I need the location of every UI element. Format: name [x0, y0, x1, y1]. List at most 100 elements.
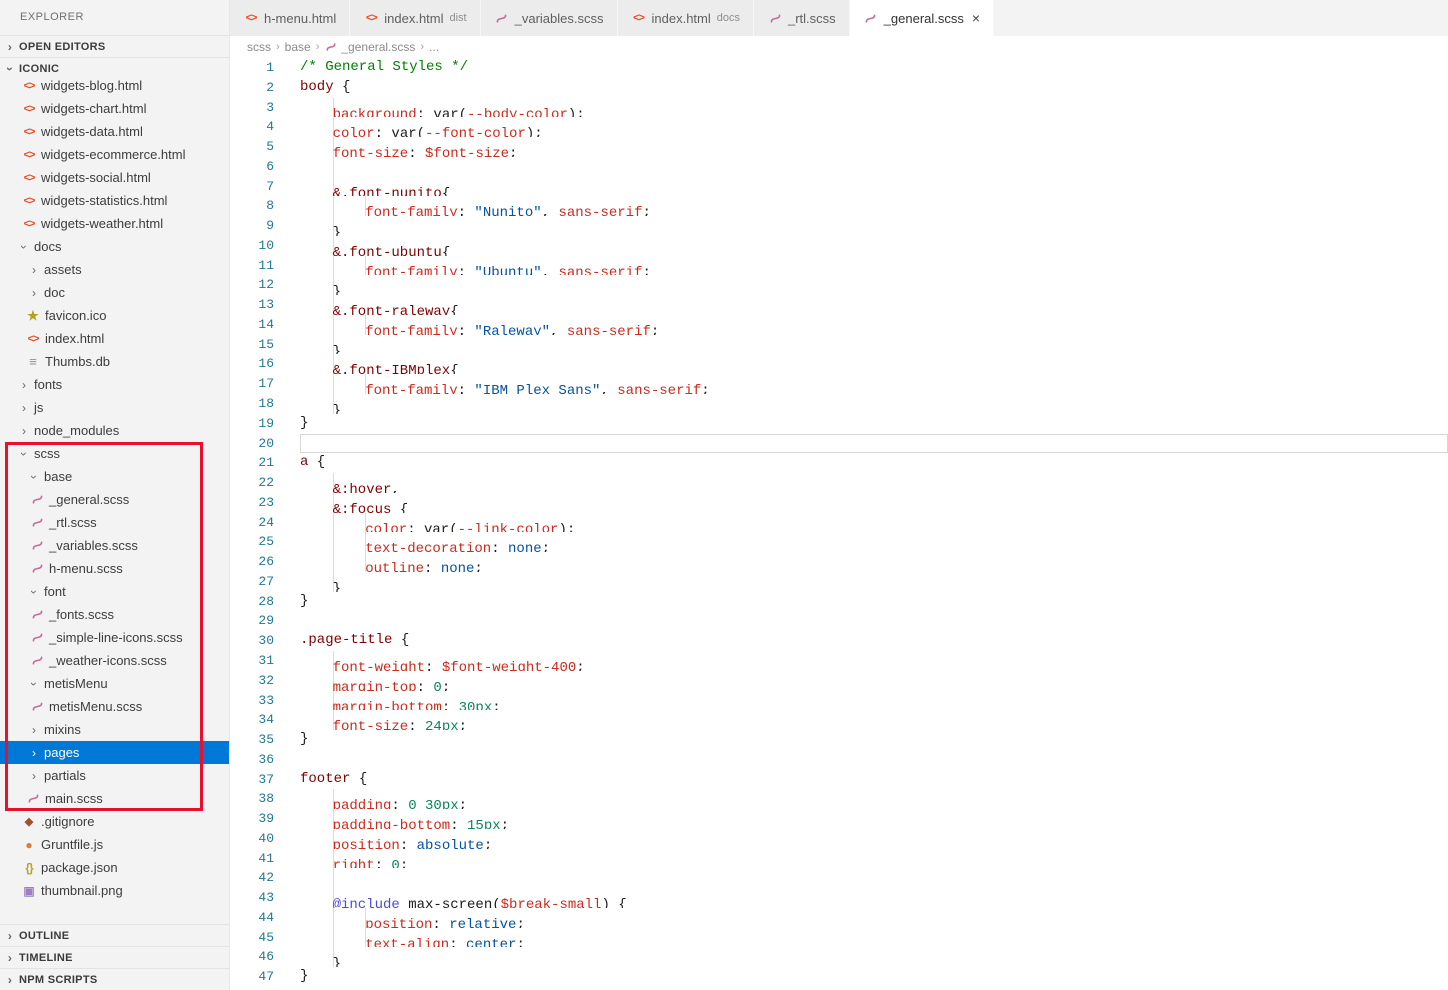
- line-content[interactable]: font-weight: $font-weight-400;: [300, 651, 1448, 671]
- current-line[interactable]: [300, 434, 1448, 454]
- line-content[interactable]: color: var(--link-color);: [300, 513, 1448, 533]
- tree-item-widgets-data.html[interactable]: <>widgets-data.html: [0, 120, 230, 143]
- code-line-46[interactable]: 46}: [230, 947, 1448, 967]
- breadcrumb-item-scss[interactable]: scss: [247, 40, 271, 54]
- tree-item-widgets-social.html[interactable]: <>widgets-social.html: [0, 166, 230, 189]
- tree-item-index.html[interactable]: <>index.html: [0, 327, 230, 350]
- code-line-7[interactable]: 7&.font-nunito{: [230, 177, 1448, 197]
- line-number[interactable]: 33: [230, 691, 274, 711]
- line-content[interactable]: font-family: "Raleway", sans-serif;: [300, 315, 1448, 335]
- line-content[interactable]: }: [300, 414, 1448, 434]
- code-line-43[interactable]: 43@include max-screen($break-small) {: [230, 888, 1448, 908]
- line-number[interactable]: 35: [230, 730, 274, 750]
- code-line-40[interactable]: 40position: absolute;: [230, 829, 1448, 849]
- line-content[interactable]: background: var(--body-color);: [300, 98, 1448, 118]
- line-number[interactable]: 44: [230, 908, 274, 928]
- tree-item-assets[interactable]: ›assets: [0, 258, 230, 281]
- code-line-12[interactable]: 12}: [230, 275, 1448, 295]
- code-editor[interactable]: 1/* General Styles */2body {3background:…: [230, 58, 1448, 990]
- timeline-section[interactable]: › TIMELINE: [0, 946, 230, 968]
- line-number[interactable]: 15: [230, 335, 274, 355]
- line-content[interactable]: font-size: $font-size;: [300, 137, 1448, 157]
- line-content[interactable]: &:hover,: [300, 473, 1448, 493]
- outline-section[interactable]: › OUTLINE: [0, 924, 230, 946]
- line-content[interactable]: [300, 750, 1448, 770]
- line-number[interactable]: 6: [230, 157, 274, 177]
- tab-_general.scss[interactable]: _general.scss×: [850, 0, 994, 36]
- line-number[interactable]: 30: [230, 631, 274, 651]
- line-number[interactable]: 19: [230, 414, 274, 434]
- line-content[interactable]: }: [300, 572, 1448, 592]
- tree-item-Gruntfile.js[interactable]: ●Gruntfile.js: [0, 833, 230, 856]
- tree-item-fonts[interactable]: ›fonts: [0, 373, 230, 396]
- line-content[interactable]: [300, 157, 1448, 177]
- line-content[interactable]: }: [300, 335, 1448, 355]
- line-number[interactable]: 4: [230, 117, 274, 137]
- tree-item-Thumbs.db[interactable]: ≡Thumbs.db: [0, 350, 230, 373]
- code-line-4[interactable]: 4 color: var(--font-color);: [230, 117, 1448, 137]
- line-number[interactable]: 32: [230, 671, 274, 691]
- code-line-38[interactable]: 38padding: 0 30px;: [230, 789, 1448, 809]
- tree-item-.gitignore[interactable]: ◆.gitignore: [0, 810, 230, 833]
- tree-item-scss[interactable]: ›scss: [0, 442, 230, 465]
- line-content[interactable]: &.font-ubuntu{: [300, 236, 1448, 256]
- code-line-23[interactable]: 23 &:focus {: [230, 493, 1448, 513]
- line-content[interactable]: @include max-screen($break-small) {: [300, 888, 1448, 908]
- code-line-42[interactable]: 42: [230, 868, 1448, 888]
- line-number[interactable]: 12: [230, 275, 274, 295]
- code-line-33[interactable]: 33margin-bottom: 30px;: [230, 691, 1448, 711]
- line-number[interactable]: 24: [230, 513, 274, 533]
- line-content[interactable]: a {: [300, 453, 1448, 473]
- tree-item-widgets-blog.html[interactable]: <>widgets-blog.html: [0, 74, 230, 97]
- line-number[interactable]: 40: [230, 829, 274, 849]
- tree-item-_variables.scss[interactable]: _variables.scss: [0, 534, 230, 557]
- line-number[interactable]: 34: [230, 710, 274, 730]
- code-line-30[interactable]: 30 .page-title {: [230, 631, 1448, 651]
- line-number[interactable]: 38: [230, 789, 274, 809]
- line-content[interactable]: font-size: 24px;: [300, 710, 1448, 730]
- breadcrumb-item-more[interactable]: ...: [429, 40, 439, 54]
- line-number[interactable]: 25: [230, 532, 274, 552]
- tree-item-base[interactable]: ›base: [0, 465, 230, 488]
- tab-index.html[interactable]: <>index.htmldist: [350, 0, 480, 36]
- line-number[interactable]: 41: [230, 849, 274, 869]
- line-content[interactable]: /* General Styles */: [300, 58, 1448, 78]
- line-content[interactable]: }: [300, 730, 1448, 750]
- breadcrumb-item-base[interactable]: base: [285, 40, 311, 54]
- tree-item-_weather-icons.scss[interactable]: _weather-icons.scss: [0, 649, 230, 672]
- line-number[interactable]: 45: [230, 928, 274, 948]
- tree-item-_general.scss[interactable]: _general.scss: [0, 488, 230, 511]
- code-line-17[interactable]: 17font-family: "IBM Plex Sans", sans-ser…: [230, 374, 1448, 394]
- code-line-15[interactable]: 15}: [230, 335, 1448, 355]
- line-content[interactable]: [300, 868, 1448, 888]
- tree-item-pages[interactable]: ›pages: [0, 741, 230, 764]
- line-content[interactable]: font-family: "IBM Plex Sans", sans-serif…: [300, 374, 1448, 394]
- line-content[interactable]: text-align: center;: [300, 928, 1448, 948]
- line-content[interactable]: }: [300, 275, 1448, 295]
- line-content[interactable]: &:focus {: [300, 493, 1448, 513]
- line-content[interactable]: .page-title {: [300, 631, 1448, 651]
- code-line-14[interactable]: 14font-family: "Raleway", sans-serif;: [230, 315, 1448, 335]
- code-line-21[interactable]: 21a {: [230, 453, 1448, 473]
- code-line-36[interactable]: 36: [230, 750, 1448, 770]
- tree-item-widgets-statistics.html[interactable]: <>widgets-statistics.html: [0, 189, 230, 212]
- tree-item-js[interactable]: ›js: [0, 396, 230, 419]
- code-line-16[interactable]: 16&.font-IBMplex{: [230, 354, 1448, 374]
- tree-item-node_modules[interactable]: ›node_modules: [0, 419, 230, 442]
- line-content[interactable]: }: [300, 967, 1448, 987]
- code-line-8[interactable]: 8font-family: "Nunito", sans-serif;: [230, 196, 1448, 216]
- line-number[interactable]: 29: [230, 611, 274, 631]
- line-number[interactable]: 23: [230, 493, 274, 513]
- line-content[interactable]: color: var(--font-color);: [300, 117, 1448, 137]
- tree-item-widgets-weather.html[interactable]: <>widgets-weather.html: [0, 212, 230, 235]
- code-line-45[interactable]: 45 text-align: center;: [230, 928, 1448, 948]
- code-line-24[interactable]: 24 color: var(--link-color);: [230, 513, 1448, 533]
- code-line-47[interactable]: 47}: [230, 967, 1448, 987]
- code-line-29[interactable]: 29: [230, 611, 1448, 631]
- tab-h-menu.html[interactable]: <>h-menu.html: [230, 0, 350, 36]
- code-line-44[interactable]: 44 position: relative;: [230, 908, 1448, 928]
- code-line-18[interactable]: 18}: [230, 394, 1448, 414]
- code-line-13[interactable]: 13&.font-raleway{: [230, 295, 1448, 315]
- line-content[interactable]: position: relative;: [300, 908, 1448, 928]
- npm-scripts-section[interactable]: › NPM SCRIPTS: [0, 968, 230, 990]
